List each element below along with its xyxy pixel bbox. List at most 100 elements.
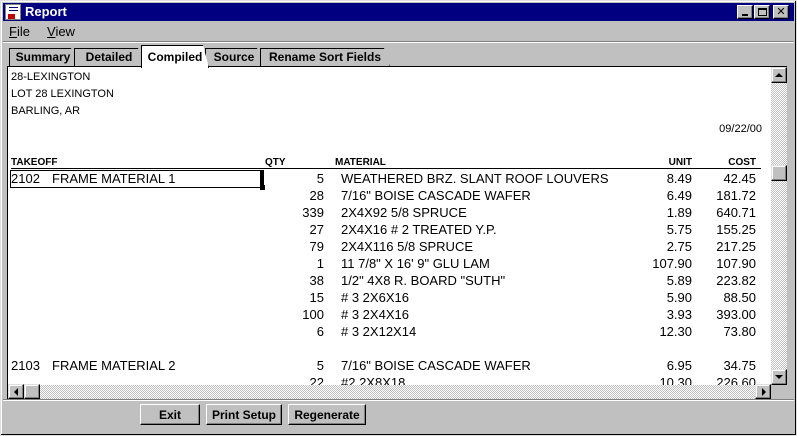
unit-cell: 3.93 <box>666 307 692 322</box>
report-header-line: 28-LEXINGTON <box>11 71 91 83</box>
cost-cell: 640.71 <box>716 205 756 220</box>
title-bar[interactable]: Report ✕ <box>3 3 794 21</box>
close-button[interactable]: ✕ <box>773 5 789 19</box>
doc-mark <box>8 14 15 19</box>
cost-cell: 393.00 <box>716 307 756 322</box>
report-window: Report ✕ File View Summary Detailed Comp… <box>0 0 797 436</box>
arrow-right-icon <box>762 388 766 396</box>
table-row[interactable]: 79 2X4X116 5/8 SPRUCE 2.75 217.25 <box>8 238 768 255</box>
window-title: Report <box>25 4 67 19</box>
menu-separator <box>3 41 794 43</box>
material-cell: # 3 2X4X16 <box>341 307 409 322</box>
tab-detailed[interactable]: Detailed <box>74 48 144 67</box>
unit-cell: 6.49 <box>666 188 692 203</box>
arrow-up-icon <box>775 73 783 77</box>
menu-file[interactable]: File <box>9 24 30 39</box>
horizontal-scrollbar[interactable] <box>8 384 771 399</box>
report-date: 09/22/00 <box>719 123 762 135</box>
material-cell: # 3 2X12X14 <box>341 324 417 339</box>
scroll-up-button[interactable] <box>771 67 787 83</box>
unit-cell: 1.89 <box>666 205 692 220</box>
cost-cell: 34.75 <box>723 358 756 373</box>
menu-bar: File View <box>3 22 794 41</box>
report-header-line: LOT 28 LEXINGTON <box>11 88 114 100</box>
column-header-unit: UNIT <box>668 157 692 168</box>
scrollbar-corner <box>771 385 787 399</box>
regenerate-button[interactable]: Regenerate <box>288 404 366 425</box>
scroll-right-button[interactable] <box>755 384 771 399</box>
unit-cell: 5.75 <box>666 222 692 237</box>
qty-cell: 100 <box>302 307 324 322</box>
table-row[interactable]: 1 11 7/8" X 16' 9" GLU LAM 107.90 107.90 <box>8 255 768 272</box>
tab-summary[interactable]: Summary <box>9 48 77 67</box>
scroll-down-button[interactable] <box>771 369 787 385</box>
material-cell: 7/16" BOISE CASCADE WAFER <box>341 358 531 373</box>
arrow-down-icon <box>775 375 783 379</box>
cost-cell: 155.25 <box>716 222 756 237</box>
report-header-line: BARLING, AR <box>11 105 81 117</box>
table-row[interactable]: 100 # 3 2X4X16 3.93 393.00 <box>8 306 768 323</box>
cost-cell: 42.45 <box>723 171 756 186</box>
column-header-qty: QTY <box>265 157 286 168</box>
table-row[interactable]: 38 1/2" 4X8 R. BOARD "SUTH" 5.89 223.82 <box>8 272 768 289</box>
maximize-button[interactable] <box>754 5 770 19</box>
qty-cell: 5 <box>316 171 324 186</box>
unit-cell: 5.89 <box>666 273 692 288</box>
print-setup-button[interactable]: Print Setup <box>206 404 282 425</box>
table-row[interactable]: 15 # 3 2X6X16 5.90 88.50 <box>8 289 768 306</box>
unit-cell: 107.90 <box>652 256 692 271</box>
cost-cell: 226.60 <box>716 375 756 385</box>
header-rule <box>11 168 761 169</box>
close-icon: ✕ <box>776 5 786 18</box>
maximize-icon <box>758 8 767 16</box>
button-bar-separator <box>3 399 794 401</box>
cost-cell: 107.90 <box>716 256 756 271</box>
takeoff-code: 2102 <box>11 171 40 186</box>
table-row[interactable]: 2102 FRAME MATERIAL 1 5 WEATHERED BRZ. SLAN… <box>8 170 768 187</box>
scroll-thumb[interactable] <box>771 165 787 181</box>
tab-compiled[interactable]: Compiled <box>141 45 209 68</box>
exit-button[interactable]: Exit <box>140 404 200 425</box>
cost-cell: 223.82 <box>716 273 756 288</box>
table-row[interactable]: 28 7/16" BOISE CASCADE WAFER 6.49 181.72 <box>8 187 768 204</box>
qty-cell: 339 <box>302 205 324 220</box>
table-row[interactable]: 27 2X4X16 # 2 TREATED Y.P. 5.75 155.25 <box>8 221 768 238</box>
report-document-icon[interactable] <box>5 4 21 20</box>
vertical-scrollbar[interactable] <box>771 67 787 385</box>
takeoff-code: 2103 <box>11 358 40 373</box>
qty-cell: 22 <box>309 375 324 385</box>
doc-line <box>9 7 18 8</box>
unit-cell: 5.90 <box>666 290 692 305</box>
table-row[interactable]: 339 2X4X92 5/8 SPRUCE 1.89 640.71 <box>8 204 768 221</box>
table-row[interactable]: 2103 FRAME MATERIAL 2 5 7/16" BOISE CASCADE… <box>8 357 768 374</box>
report-panel: 28-LEXINGTON LOT 28 LEXINGTON BARLING, A… <box>7 66 787 399</box>
tab-source[interactable]: Source <box>205 48 263 67</box>
cost-cell: 181.72 <box>716 188 756 203</box>
qty-cell: 79 <box>309 239 324 254</box>
takeoff-name: FRAME MATERIAL 2 <box>52 358 176 373</box>
cost-cell: 217.25 <box>716 239 756 254</box>
table-row[interactable]: 22 #2 2X8X18 10.30 226.60 <box>8 374 768 385</box>
report-view[interactable]: 28-LEXINGTON LOT 28 LEXINGTON BARLING, A… <box>8 67 770 385</box>
scroll-left-button[interactable] <box>8 384 24 399</box>
horizontal-scroll-thumb[interactable] <box>24 384 40 399</box>
material-cell: 11 7/8" X 16' 9" GLU LAM <box>341 256 490 271</box>
column-header-cost: COST <box>728 157 756 168</box>
qty-cell: 1 <box>316 256 324 271</box>
qty-cell: 6 <box>316 324 324 339</box>
arrow-left-icon <box>14 388 18 396</box>
minimize-button[interactable] <box>737 5 753 19</box>
material-cell: 2X4X16 # 2 TREATED Y.P. <box>341 222 497 237</box>
material-cell: #2 2X8X18 <box>341 375 406 385</box>
qty-cell: 28 <box>309 188 324 203</box>
table-row[interactable]: 6 # 3 2X12X14 12.30 73.80 <box>8 323 768 340</box>
doc-line <box>9 10 18 11</box>
qty-cell: 15 <box>309 290 324 305</box>
menu-view[interactable]: View <box>47 24 75 39</box>
column-header-takeoff: TAKEOFF <box>11 157 58 168</box>
unit-cell: 8.49 <box>666 171 692 186</box>
qty-cell: 27 <box>309 222 324 237</box>
tab-rename-sort-fields[interactable]: Rename Sort Fields <box>260 48 390 67</box>
column-header-material: MATERIAL <box>335 157 386 168</box>
material-cell: WEATHERED BRZ. SLANT ROOF LOUVERS <box>341 171 609 186</box>
